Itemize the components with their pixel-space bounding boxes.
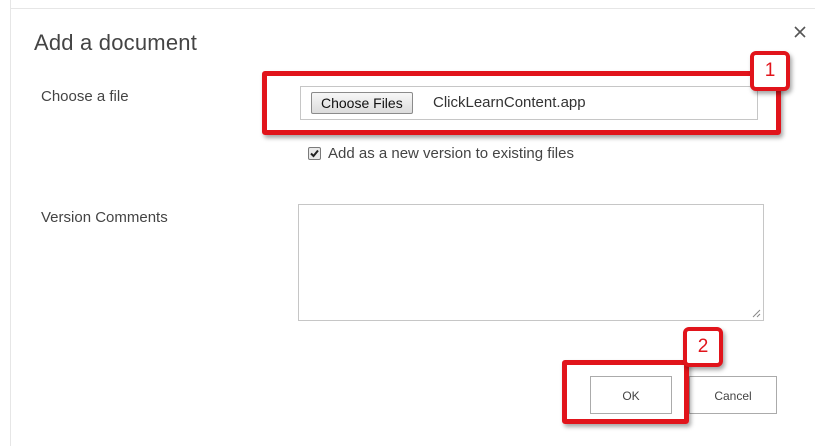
dialog-border-top <box>10 8 815 9</box>
add-document-dialog: Add a document Choose a file Choose File… <box>0 0 815 446</box>
cancel-button[interactable]: Cancel <box>689 376 777 414</box>
choose-file-label: Choose a file <box>41 88 129 105</box>
step-badge-1: 1 <box>750 51 790 91</box>
callout-box-file <box>262 71 781 135</box>
step-badge-2: 2 <box>683 327 723 367</box>
dialog-border-left <box>10 0 11 446</box>
add-version-checkbox[interactable] <box>308 147 321 160</box>
add-version-label: Add as a new version to existing files <box>328 145 574 162</box>
resize-grip-icon[interactable] <box>751 308 761 318</box>
version-comments-label: Version Comments <box>41 209 168 226</box>
close-icon[interactable] <box>790 22 810 42</box>
version-comments-textarea[interactable] <box>298 204 764 321</box>
callout-box-ok <box>562 360 689 424</box>
dialog-title: Add a document <box>34 30 198 55</box>
